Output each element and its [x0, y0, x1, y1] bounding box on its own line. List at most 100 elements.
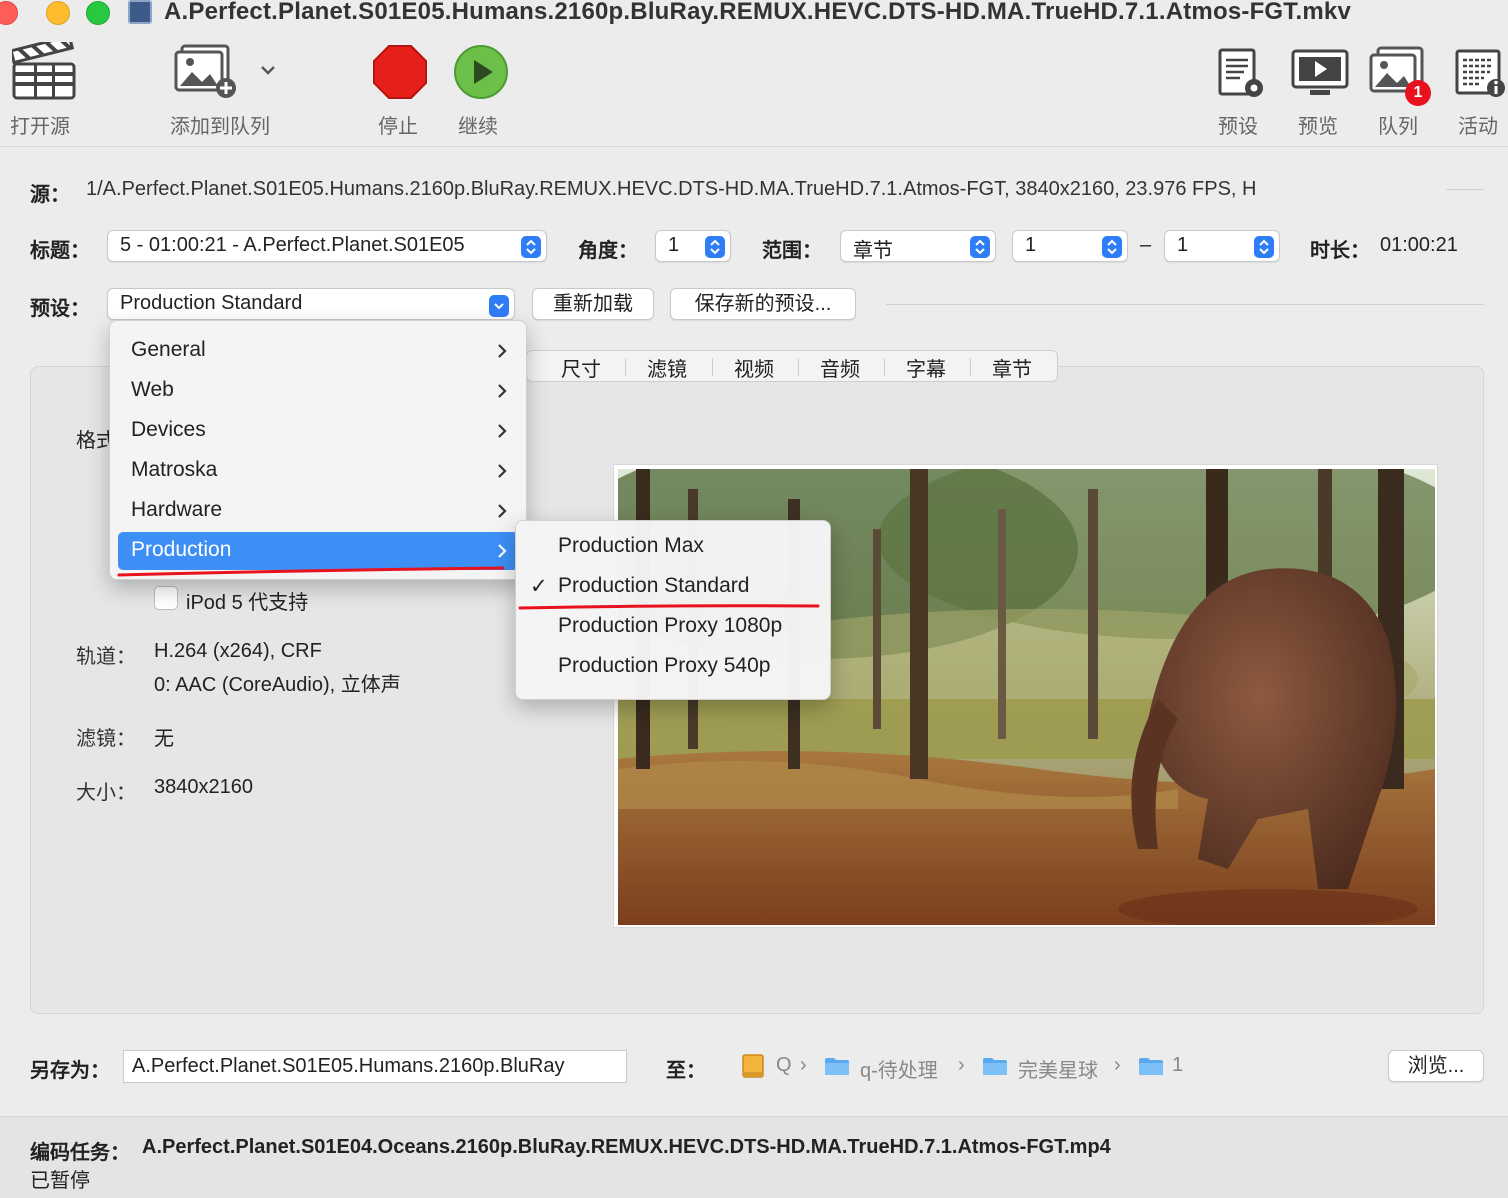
path-item-folder-1[interactable]: q-待处理: [860, 1054, 938, 1083]
encode-job-label: 编码任务：: [30, 1142, 130, 1164]
range-start-select[interactable]: 1: [1012, 230, 1128, 262]
add-to-queue-label: 添加到队列: [170, 116, 270, 138]
tab-audio[interactable]: 音频: [820, 353, 860, 382]
submenu-item-production-proxy-1080p[interactable]: Production Proxy 1080p: [558, 614, 782, 638]
angle-select-value: 1: [668, 234, 680, 256]
encode-status: 已暂停: [30, 1170, 90, 1192]
tab-separator: [884, 358, 885, 376]
preset-label: 预设：: [30, 298, 90, 320]
submenu-item-production-standard[interactable]: Production Standard: [558, 574, 749, 598]
menu-item-label: Matroska: [131, 458, 218, 481]
close-window-button[interactable]: [0, 1, 18, 25]
presets-label: 预设: [1218, 116, 1258, 138]
menu-item-general[interactable]: General: [118, 332, 518, 370]
submenu-item-production-max[interactable]: Production Max: [558, 534, 704, 558]
title-select[interactable]: 5 - 01:00:21 - A.Perfect.Planet.S01E05: [107, 230, 547, 262]
title-label: 标题：: [30, 240, 90, 262]
filters-label: 滤镜：: [76, 728, 136, 750]
chevron-down-icon[interactable]: [260, 64, 276, 76]
preview-label: 预览: [1298, 116, 1338, 138]
updown-icon: [1102, 236, 1122, 258]
range-end-value: 1: [1177, 234, 1189, 256]
updown-icon: [970, 236, 990, 258]
settings-tabs: 尺寸 滤镜 视频 音频 字幕 章节: [526, 350, 1058, 382]
tab-dimensions[interactable]: 尺寸: [561, 353, 601, 382]
size-label: 大小：: [76, 782, 136, 804]
save-as-label: 另存为：: [30, 1060, 110, 1082]
path-separator: ›: [1114, 1054, 1121, 1076]
folder-icon: [825, 1058, 849, 1075]
clapperboard-icon: [12, 42, 76, 100]
tab-separator: [798, 358, 799, 376]
annotation-underline: [117, 566, 505, 577]
annotation-underline: [518, 604, 820, 610]
range-start-value: 1: [1025, 234, 1037, 256]
save-filename-input[interactable]: A.Perfect.Planet.S01E05.Humans.2160p.Blu…: [123, 1050, 627, 1083]
range-end-select[interactable]: 1: [1164, 230, 1280, 262]
path-item-folder-2[interactable]: 完美星球: [1018, 1054, 1098, 1083]
duration-value: 01:00:21: [1380, 234, 1458, 256]
preset-divider: [886, 304, 1484, 305]
menu-item-label: Hardware: [131, 498, 223, 521]
tracks-video: H.264 (x264), CRF: [154, 640, 322, 662]
preset-category-menu: General Web Devices Matroska Hardware Pr…: [109, 320, 527, 580]
folder-icon: [1139, 1058, 1163, 1075]
submenu-item-production-proxy-540p[interactable]: Production Proxy 540p: [558, 654, 770, 678]
open-source-label: 打开源: [10, 116, 70, 138]
source-label: 源：: [30, 184, 70, 206]
browse-button[interactable]: 浏览...: [1388, 1050, 1484, 1082]
angle-label: 角度：: [578, 240, 638, 262]
tab-filters[interactable]: 滤镜: [647, 353, 687, 382]
stop-octagon-icon: [373, 45, 427, 99]
ipod-support-checkbox[interactable]: [154, 586, 178, 610]
activity-log-icon: [1455, 49, 1505, 97]
chevron-right-icon: [498, 424, 507, 438]
activity-label: 活动: [1458, 116, 1498, 138]
path-item-drive[interactable]: Q: [776, 1054, 792, 1077]
tab-video[interactable]: 视频: [734, 353, 774, 382]
queue-label: 队列: [1378, 116, 1418, 138]
tab-chapters[interactable]: 章节: [992, 353, 1032, 382]
destination-label: 至：: [666, 1060, 706, 1082]
ipod-support-label: iPod 5 代支持: [186, 592, 309, 614]
chevron-right-icon: [498, 464, 507, 478]
menu-item-label: Devices: [131, 418, 206, 441]
range-label: 范围：: [762, 240, 822, 262]
path-separator: ›: [800, 1054, 807, 1076]
minimize-window-button[interactable]: [46, 1, 70, 25]
window-title: A.Perfect.Planet.S01E05.Humans.2160p.Blu…: [164, 0, 1352, 25]
tab-separator: [625, 358, 626, 376]
path-item-folder-3[interactable]: 1: [1172, 1054, 1183, 1077]
size-value: 3840x2160: [154, 776, 253, 798]
tab-subtitles[interactable]: 字幕: [906, 353, 946, 382]
range-type-select[interactable]: 章节: [840, 230, 996, 262]
drive-icon: [742, 1054, 764, 1078]
preset-select[interactable]: Production Standard: [107, 288, 515, 320]
checkmark-icon: ✓: [530, 575, 548, 598]
save-new-preset-button[interactable]: 保存新的预设...: [670, 288, 856, 320]
menu-item-devices[interactable]: Devices: [118, 412, 518, 450]
menu-item-web[interactable]: Web: [118, 372, 518, 410]
menu-item-hardware[interactable]: Hardware: [118, 492, 518, 530]
duration-label: 时长：: [1310, 240, 1370, 262]
reload-preset-button[interactable]: 重新加载: [532, 288, 654, 320]
tracks-label: 轨道：: [76, 646, 136, 668]
tab-separator: [970, 358, 971, 376]
updown-icon: [521, 236, 541, 258]
resume-label: 继续: [458, 116, 498, 138]
tab-separator: [712, 358, 713, 376]
presets-settings-icon: [1218, 48, 1263, 97]
menu-item-matroska[interactable]: Matroska: [118, 452, 518, 490]
encode-job-name: A.Perfect.Planet.S01E04.Oceans.2160p.Blu…: [142, 1136, 1111, 1158]
chevron-right-icon: [498, 384, 507, 398]
menu-item-label: General: [131, 338, 206, 361]
zoom-window-button[interactable]: [86, 1, 110, 25]
menu-item-label: Web: [131, 378, 174, 401]
stop-label: 停止: [378, 116, 418, 138]
chevron-down-icon: [489, 295, 509, 317]
queue-count-badge: 1: [1405, 80, 1431, 106]
add-image-icon: [174, 44, 236, 98]
tracks-audio: 0: AAC (CoreAudio), 立体声: [154, 674, 401, 696]
angle-select[interactable]: 1: [655, 230, 731, 262]
updown-icon: [1254, 236, 1274, 258]
